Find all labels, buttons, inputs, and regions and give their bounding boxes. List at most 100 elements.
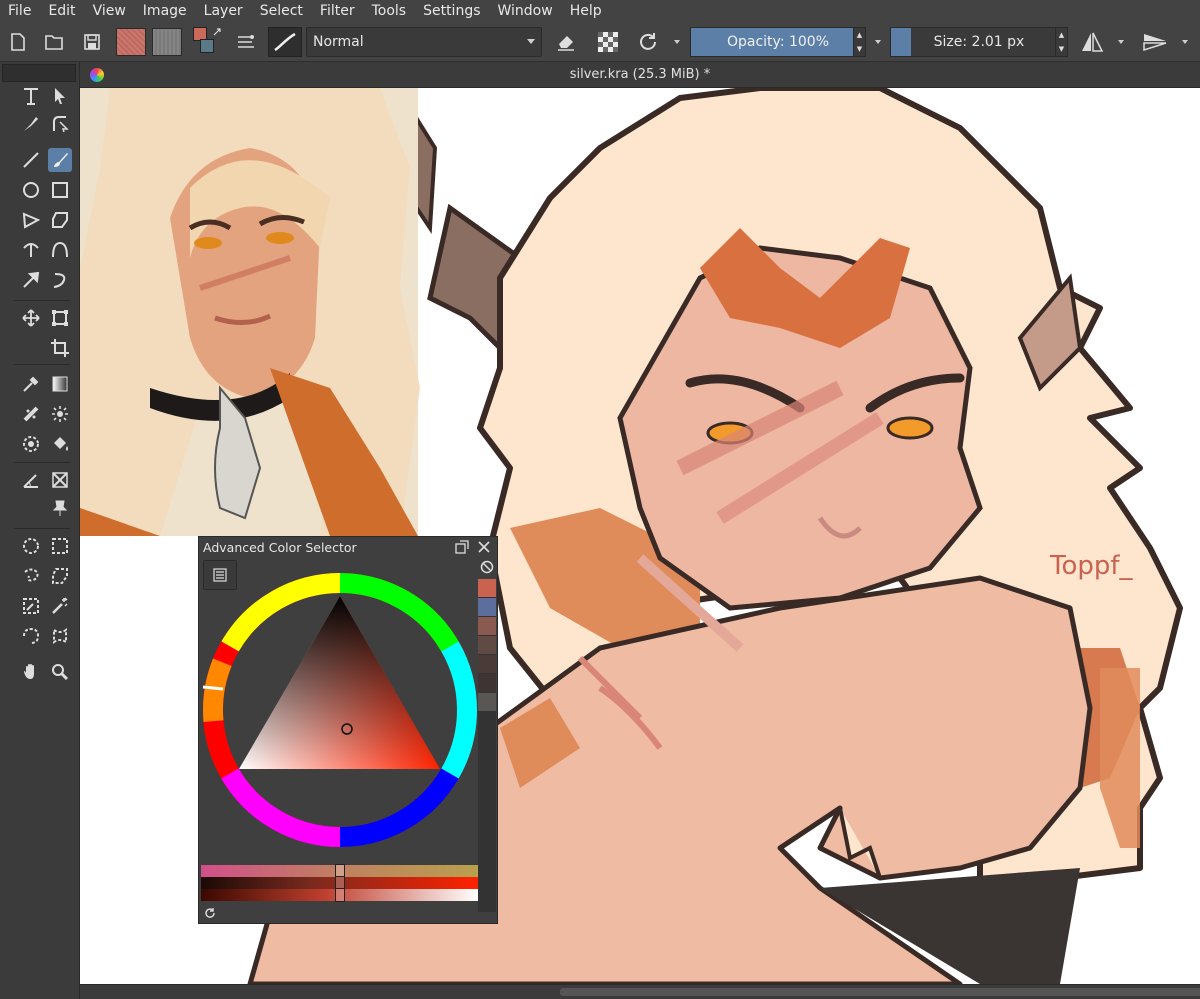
recent-color-swatch[interactable]	[478, 579, 496, 598]
recent-color-swatch[interactable]	[478, 655, 496, 674]
toolbox	[0, 62, 80, 999]
size-slider-fill	[891, 28, 911, 56]
pan-tool-icon[interactable]	[19, 660, 43, 684]
menu-view[interactable]: View	[85, 0, 135, 22]
perspective-grid-tool-icon[interactable]	[48, 468, 72, 492]
mirror-v-chevron-icon[interactable]	[1180, 27, 1190, 57]
horizontal-scrollbar[interactable]	[80, 984, 1200, 999]
measure-tool-icon[interactable]	[19, 468, 43, 492]
polygonal-selection-icon[interactable]	[48, 564, 72, 588]
opacity-options-chevron-icon[interactable]	[873, 27, 883, 57]
elliptical-selection-icon[interactable]	[19, 534, 43, 558]
close-docker-icon[interactable]	[477, 540, 491, 554]
fill-tool-icon[interactable]	[48, 432, 72, 456]
smart-patch-tool-icon[interactable]	[19, 402, 43, 426]
document-title: silver.kra (25.3 MiB) *	[569, 67, 711, 82]
contiguous-selection-icon[interactable]	[48, 624, 72, 648]
calligraphy-tool-icon[interactable]	[19, 112, 43, 136]
preserve-alpha-icon[interactable]	[594, 27, 622, 57]
save-icon[interactable]	[80, 27, 104, 57]
menu-settings[interactable]: Settings	[415, 0, 489, 22]
assistant-tool-icon[interactable]	[48, 402, 72, 426]
polygon-tool-icon[interactable]	[48, 208, 72, 232]
size-spin-buttons[interactable]: ▲ ▼	[1055, 28, 1067, 56]
similar-color-selection-icon[interactable]	[19, 594, 43, 618]
recent-color-swatch[interactable]	[478, 636, 496, 655]
menu-filter[interactable]: Filter	[312, 0, 364, 22]
gradient-tool-icon[interactable]	[48, 372, 72, 396]
scrollbar-thumb[interactable]	[560, 988, 1200, 996]
color-wheel-triangle[interactable]	[201, 571, 479, 849]
magic-wand-selection-icon[interactable]	[48, 594, 72, 618]
new-document-icon[interactable]	[6, 27, 30, 57]
opacity-spin-buttons[interactable]: ▲ ▼	[853, 28, 865, 56]
menu-help[interactable]: Help	[562, 0, 611, 22]
text-tool-icon[interactable]	[19, 84, 43, 108]
ellipse-tool-icon[interactable]	[19, 178, 43, 202]
artist-signature: Toppf_	[1049, 551, 1134, 581]
menu-select[interactable]: Select	[252, 0, 312, 22]
crop-tool-icon[interactable]	[48, 336, 72, 360]
recent-color-swatch[interactable]	[478, 674, 496, 693]
reload-options-chevron-icon[interactable]	[672, 27, 682, 57]
mirror-vertical-icon[interactable]	[1140, 27, 1170, 57]
color-picker-tool-icon[interactable]	[19, 372, 43, 396]
background-color-swatch[interactable]	[200, 39, 214, 53]
swap-colors-icon	[213, 28, 221, 36]
value-bar[interactable]	[201, 888, 478, 902]
edit-shapes-tool-icon[interactable]	[48, 112, 72, 136]
transform-tool-icon[interactable]	[48, 306, 72, 330]
blend-mode-select[interactable]: Normal	[306, 27, 542, 57]
dynamic-brush-tool-icon[interactable]	[19, 268, 43, 292]
zoom-tool-icon[interactable]	[48, 660, 72, 684]
colorize-mask-tool-icon[interactable]	[19, 432, 43, 456]
blend-mode-value: Normal	[313, 34, 364, 50]
menu-file[interactable]: File	[0, 0, 40, 22]
size-slider[interactable]: Size: 2.01 px ▲ ▼	[890, 27, 1068, 57]
brush-settings-icon[interactable]	[234, 27, 258, 57]
reload-preset-icon[interactable]	[634, 27, 662, 57]
clear-colors-icon[interactable]	[478, 559, 496, 575]
reference-image[interactable]	[80, 88, 420, 536]
pattern-preset-button[interactable]	[152, 28, 182, 56]
line-tool-icon[interactable]	[19, 148, 43, 172]
toolbox-divider	[14, 364, 70, 365]
menu-window[interactable]: Window	[490, 0, 562, 22]
opacity-slider[interactable]: Opacity: 100% ▲ ▼	[690, 27, 866, 57]
menu-layer[interactable]: Layer	[196, 0, 252, 22]
mirror-h-chevron-icon[interactable]	[1116, 27, 1126, 57]
size-label: Size: 2.01 px	[933, 34, 1025, 50]
menu-edit[interactable]: Edit	[40, 0, 84, 22]
float-docker-icon[interactable]	[455, 540, 469, 554]
multibrush-tool-icon[interactable]	[48, 268, 72, 292]
bezier-tool-icon[interactable]	[19, 238, 43, 262]
fg-bg-color-selector[interactable]	[190, 27, 224, 57]
freehand-brush-tool-icon[interactable]	[48, 148, 72, 172]
eraser-mode-icon[interactable]	[552, 27, 580, 57]
hue-indicator[interactable]	[202, 685, 224, 691]
toolbox-divider	[14, 300, 70, 301]
mirror-horizontal-icon[interactable]	[1078, 27, 1106, 57]
reference-images-tool-icon[interactable]	[48, 496, 72, 520]
brush-preset-button[interactable]	[268, 27, 302, 57]
menu-image[interactable]: Image	[135, 0, 196, 22]
recent-color-swatch[interactable]	[478, 598, 496, 617]
recent-colors-empty-area	[478, 712, 496, 912]
recent-color-swatch[interactable]	[478, 617, 496, 636]
polyline-tool-icon[interactable]	[19, 208, 43, 232]
freehand-path-tool-icon[interactable]	[48, 238, 72, 262]
move-tool-icon[interactable]	[19, 306, 43, 330]
document-tab[interactable]: silver.kra (25.3 MiB) *	[80, 62, 1200, 88]
bezier-selection-icon[interactable]	[19, 624, 43, 648]
value-handle[interactable]	[335, 888, 345, 902]
select-shape-tool-icon[interactable]	[48, 84, 72, 108]
freehand-selection-icon[interactable]	[19, 564, 43, 588]
recent-color-swatch[interactable]	[478, 693, 496, 712]
menu-tools[interactable]: Tools	[364, 0, 416, 22]
open-document-icon[interactable]	[42, 27, 66, 57]
rectangular-selection-icon[interactable]	[48, 534, 72, 558]
reset-color-icon[interactable]	[204, 907, 216, 919]
rectangle-tool-icon[interactable]	[48, 178, 72, 202]
saturation-value-triangle[interactable]	[239, 596, 440, 769]
gradient-preset-button[interactable]	[116, 28, 146, 56]
